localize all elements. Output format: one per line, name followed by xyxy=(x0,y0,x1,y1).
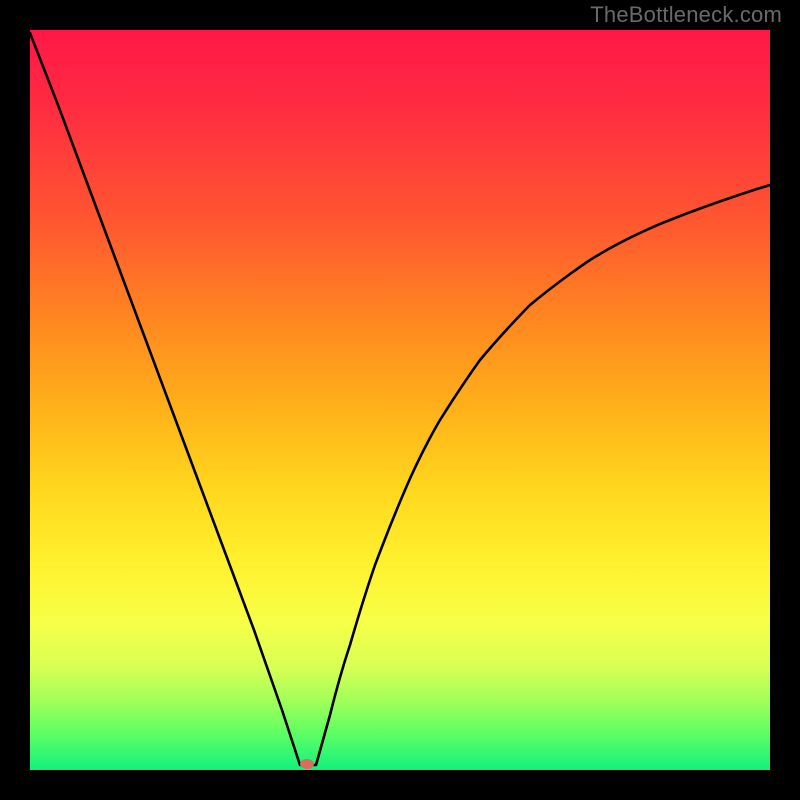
minimum-marker xyxy=(300,759,314,769)
chart-frame: TheBottleneck.com xyxy=(0,0,800,800)
plot-gradient-area xyxy=(30,30,770,770)
watermark-text: TheBottleneck.com xyxy=(590,2,782,28)
